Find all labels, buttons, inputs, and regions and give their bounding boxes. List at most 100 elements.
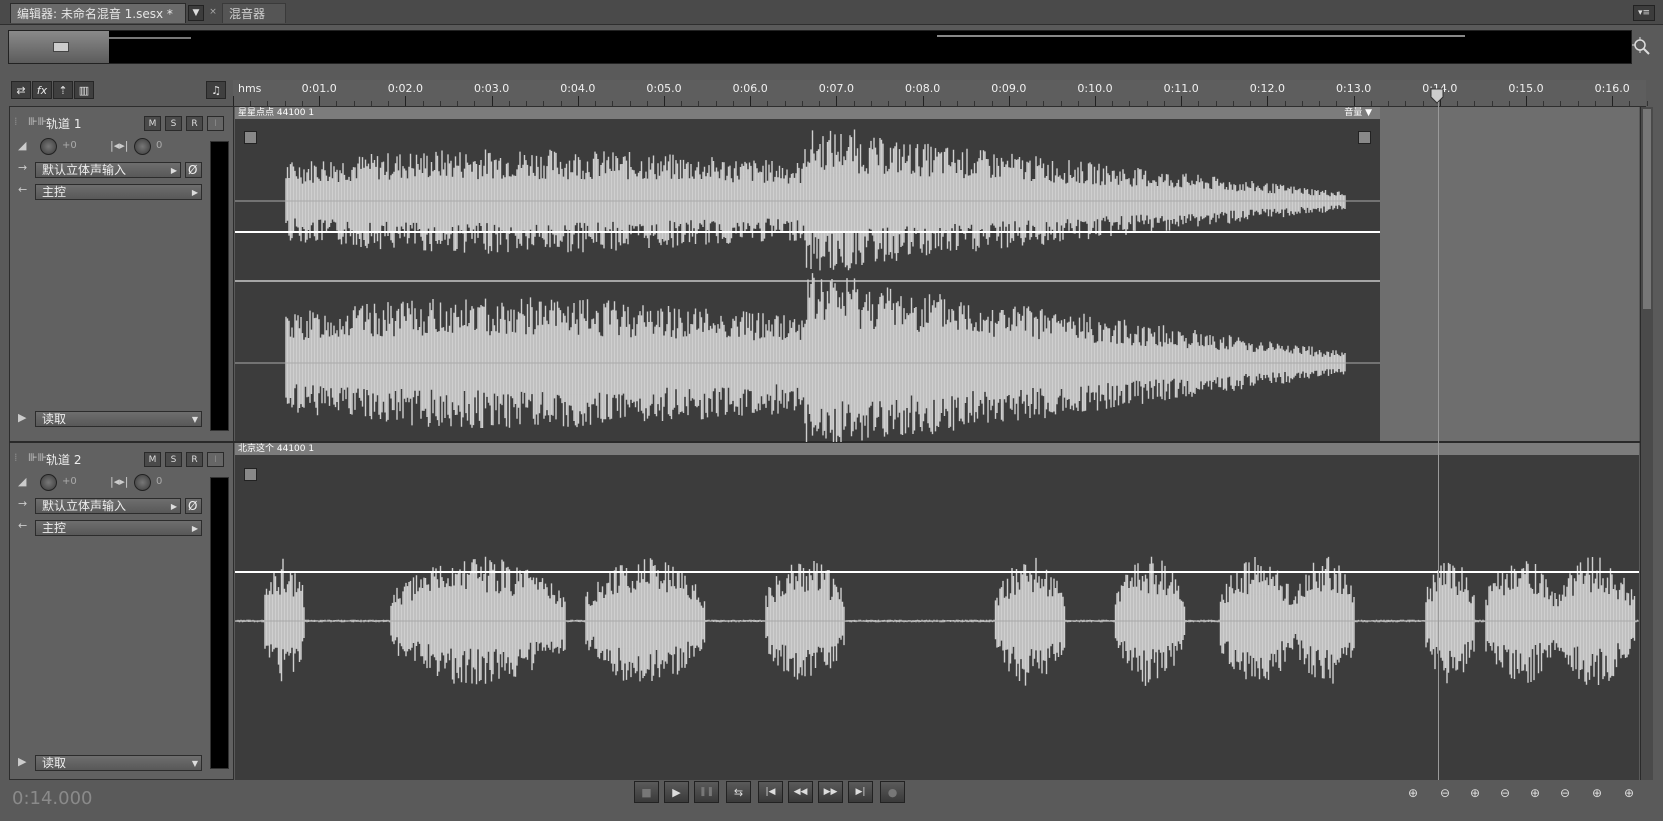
ruler-minor-tick [526, 101, 528, 106]
volume-value[interactable]: +0 [62, 476, 77, 487]
zoom-in-tracks-icon[interactable]: ⊕ [1624, 786, 1634, 800]
ruler-tick-label: 0:02.0 [387, 82, 423, 95]
ruler-major-tick [664, 96, 665, 106]
zoom-out-full-icon[interactable]: ⊖ [1560, 786, 1570, 800]
eq-icon[interactable]: ▥ [74, 81, 94, 99]
track-output-select[interactable]: 主控 ▶ [35, 520, 202, 536]
zoom-in-time-icon[interactable]: ⊕ [1470, 786, 1480, 800]
ruler-minor-tick [1508, 101, 1510, 106]
vertical-scrollbar[interactable] [1640, 107, 1653, 780]
input-arrow-icon: → [18, 497, 28, 510]
ruler-minor-tick [1577, 101, 1579, 106]
track-output-value: 主控 [42, 521, 67, 535]
submenu-arrow-icon: ▶ [191, 524, 198, 533]
fast-forward-button[interactable]: ▶▶ [818, 781, 843, 803]
mute-button[interactable]: M [144, 452, 161, 467]
volume-knob[interactable] [40, 138, 57, 155]
record-arm-button[interactable]: R [186, 452, 203, 467]
record-button[interactable]: ● [880, 781, 905, 803]
pan-knob[interactable] [134, 474, 151, 491]
track-name[interactable]: 轨道 1 [46, 115, 81, 132]
ruler-minor-tick [732, 101, 734, 106]
current-time-display[interactable]: 0:14.000 [12, 788, 93, 809]
phase-invert-icon[interactable]: Ø [185, 498, 202, 514]
ruler-minor-tick [1457, 101, 1459, 106]
zoom-in-amplitude-icon[interactable]: ⊕ [1408, 786, 1418, 800]
ruler-minor-tick [1543, 101, 1545, 106]
ruler-tick-label: 0:10.0 [1077, 82, 1113, 95]
solo-button[interactable]: S [165, 116, 182, 131]
rewind-button[interactable]: ◀◀ [788, 781, 813, 803]
sends-icon[interactable]: ⇡ [53, 81, 73, 99]
automation-mode-select[interactable]: 读取 ▼ [35, 755, 202, 771]
expand-automation-icon[interactable]: ▶ [18, 755, 26, 768]
track-input-select[interactable]: 默认立体声输入 ▶ [35, 162, 181, 178]
solo-button[interactable]: S [165, 452, 182, 467]
pan-value[interactable]: 0 [156, 476, 162, 487]
ruler-minor-tick [1629, 101, 1631, 106]
headphones-icon[interactable]: ♫ [206, 81, 226, 99]
input-monitor-button[interactable]: I [207, 116, 224, 131]
ruler-major-tick [922, 96, 924, 106]
zoom-out-time-icon[interactable]: ⊖ [1500, 786, 1510, 800]
track-lane-1-empty[interactable] [1380, 107, 1639, 442]
ruler-tick-label: 0:09.0 [991, 82, 1027, 95]
zoom-full-time-icon[interactable]: ⊕ [1530, 786, 1540, 800]
volume-value[interactable]: +0 [62, 140, 77, 151]
tab-mixer[interactable]: 混音器 [222, 3, 286, 23]
track-output-select[interactable]: 主控 ▶ [35, 184, 202, 200]
ruler-minor-tick [250, 101, 252, 106]
tab-close-icon[interactable]: × [206, 5, 220, 19]
play-button[interactable]: ▶ [664, 781, 689, 803]
stop-button[interactable]: ■ [634, 781, 659, 803]
go-to-start-button[interactable]: |◀ [758, 781, 783, 803]
volume-icon: ◢ [18, 475, 27, 488]
ruler-minor-tick [284, 101, 286, 106]
automation-mode-select[interactable]: 读取 ▼ [35, 411, 202, 427]
ruler-minor-tick [370, 101, 372, 106]
phase-invert-icon[interactable]: Ø [185, 162, 202, 178]
ruler-tick-label: 0:12.0 [1249, 82, 1285, 95]
go-to-end-button[interactable]: ▶| [848, 781, 873, 803]
waveform-path [285, 273, 1346, 442]
record-arm-button[interactable]: R [186, 116, 203, 131]
drag-grip-icon[interactable]: ⁞ [14, 115, 18, 128]
tab-menu-dropdown-icon[interactable]: ▼ [188, 5, 204, 21]
track-input-select[interactable]: 默认立体声输入 ▶ [35, 498, 181, 514]
pause-button[interactable]: ❚❚ [694, 781, 719, 803]
scrollbar-thumb[interactable] [1643, 109, 1651, 309]
playhead-line[interactable] [1438, 102, 1439, 780]
expand-automation-icon[interactable]: ▶ [18, 411, 26, 424]
tab-mixer-label: 混音器 [229, 7, 266, 21]
level-meter [210, 477, 229, 769]
playhead-marker-icon[interactable] [1430, 88, 1444, 104]
zoom-in-selection-icon[interactable]: ⊕ [1592, 786, 1602, 800]
panel-menu-icon[interactable]: ▾≡ [1633, 5, 1655, 21]
loop-playback-button[interactable]: ⇆ [726, 781, 751, 803]
volume-knob[interactable] [40, 474, 57, 491]
drag-grip-icon[interactable]: ⁞ [14, 451, 18, 464]
ruler-minor-tick [301, 101, 303, 106]
ruler-minor-tick [1284, 101, 1286, 106]
effects-button[interactable]: fx [32, 81, 52, 99]
track-name[interactable]: 轨道 2 [46, 451, 81, 468]
input-monitor-button[interactable]: I [207, 452, 224, 467]
ruler-minor-tick [474, 101, 476, 106]
ruler-minor-tick [1146, 101, 1148, 106]
mute-button[interactable]: M [144, 116, 161, 131]
zoom-navigator[interactable] [8, 30, 1632, 64]
ruler-minor-tick [905, 101, 907, 106]
ruler-minor-tick [1491, 101, 1493, 106]
ruler-minor-tick [1198, 101, 1200, 106]
pan-value[interactable]: 0 [156, 140, 162, 151]
ruler-minor-tick [1077, 101, 1079, 106]
zoom-full-icon[interactable] [1631, 36, 1653, 58]
pan-knob[interactable] [134, 138, 151, 155]
volume-icon: ◢ [18, 139, 27, 152]
loop-toggle-icon[interactable]: ⇄ [11, 81, 31, 99]
ruler-minor-tick [939, 101, 941, 106]
ruler-major-tick [836, 96, 838, 106]
tab-editor[interactable]: 编辑器: 未命名混音 1.sesx * [10, 3, 186, 23]
ruler-minor-tick [595, 101, 597, 106]
zoom-out-amplitude-icon[interactable]: ⊖ [1440, 786, 1450, 800]
